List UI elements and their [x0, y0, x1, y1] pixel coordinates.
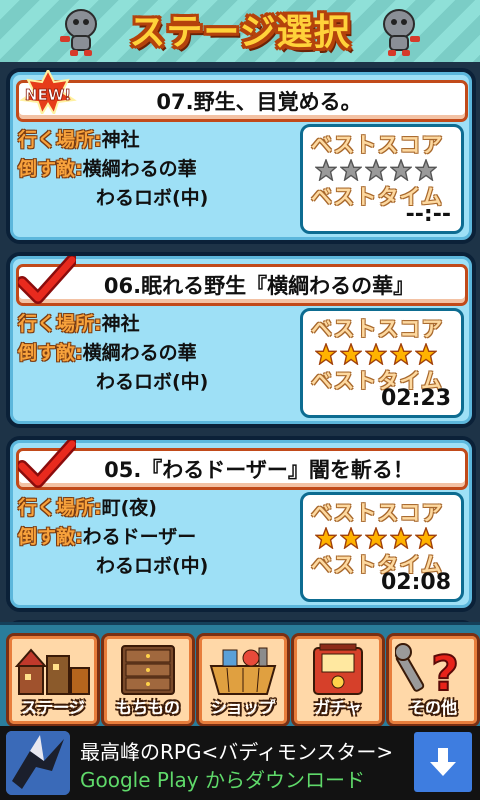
bottom-menu: ステージ もちもの ショップ ガチャ ? その他	[0, 622, 480, 729]
stage-info: 行く場所: 町(夜) 倒す敵: わるドーザー わるロボ(中)	[18, 494, 208, 581]
star-empty-icon	[340, 159, 362, 181]
location-label: 行く場所:	[18, 497, 102, 519]
shop-basket-icon	[209, 647, 277, 695]
stage-info: 行く場所: 神社 倒す敵: 横綱わるの華 わるロボ(中)	[18, 126, 208, 213]
star-filled-icon	[390, 343, 412, 365]
screen-title: ステージ選択	[108, 4, 372, 54]
menu-button-other[interactable]: ? その他	[386, 633, 480, 727]
enemy-value: 横綱わるの華	[82, 342, 197, 364]
download-arrow-icon	[430, 748, 456, 776]
best-record-box: ベストスコア ベストタイム --:--	[300, 124, 464, 234]
ad-subtitle[interactable]: Google Play からダウンロード	[80, 764, 365, 793]
star-filled-icon	[365, 343, 387, 365]
stage-card-05[interactable]: 05.『わるドーザー』闇を斬る！ 行く場所: 町(夜) 倒す敵: わるドーザー わる…	[6, 436, 476, 612]
svg-text:?: ?	[431, 646, 459, 698]
robot-mascot-icon	[60, 9, 97, 56]
enemy-label: 倒す敵:	[18, 158, 83, 180]
best-score-label: ベストスコア	[311, 317, 444, 341]
inventory-drawer-icon	[121, 645, 175, 695]
page-title: ステージ選択	[129, 12, 351, 53]
star-filled-icon	[340, 527, 362, 549]
download-button[interactable]	[414, 732, 472, 792]
ad-title[interactable]: 最高峰のRPG<バディモンスター>	[80, 736, 393, 765]
menu-button-shop[interactable]: ショップ	[196, 633, 290, 727]
stage-list[interactable]: 07.野生、目覚める。 NEW! 行く場所: 神社 倒す敵: 横綱わるの華 わるロボ…	[0, 62, 480, 622]
header-bar: ステージ選択	[0, 0, 480, 65]
star-filled-icon	[415, 527, 437, 549]
gacha-machine-icon	[313, 643, 363, 695]
enemy-label: 倒す敵:	[18, 526, 83, 548]
new-badge-icon: NEW!	[19, 70, 77, 114]
ad-banner[interactable]: 最高峰のRPG<バディモンスター> Google Play からダウンロード	[0, 726, 480, 800]
dragon-icon	[6, 731, 70, 795]
enemy-value: わるドーザー	[82, 526, 197, 548]
star-empty-icon	[415, 159, 437, 181]
cleared-check-icon	[18, 256, 76, 304]
best-score-label: ベストスコア	[311, 501, 444, 525]
other-wrench-question-icon: ?	[395, 643, 460, 698]
star-filled-icon	[415, 343, 437, 365]
enemy-value: 横綱わるの華	[82, 158, 197, 180]
stage-info: 行く場所: 神社 倒す敵: 横綱わるの華 わるロボ(中)	[18, 310, 208, 397]
best-record-box: ベストスコア ベストタイム 02:08	[300, 492, 464, 602]
star-empty-icon	[315, 159, 337, 181]
star-filled-icon	[315, 343, 337, 365]
stage-card-07[interactable]: 07.野生、目覚める。 NEW! 行く場所: 神社 倒す敵: 横綱わるの華 わるロボ…	[6, 68, 476, 244]
star-empty-icon	[390, 159, 412, 181]
location-label: 行く場所:	[18, 313, 102, 335]
enemy-value: わるロボ(中)	[96, 371, 209, 393]
stage-card-06[interactable]: 06.眠れる野生『横綱わるの華』 行く場所: 神社 倒す敵: 横綱わるの華 わるロボ…	[6, 252, 476, 428]
menu-button-stage[interactable]: ステージ	[6, 633, 100, 727]
enemy-value: わるロボ(中)	[96, 187, 209, 209]
best-record-box: ベストスコア ベストタイム 02:23	[300, 308, 464, 418]
star-filled-icon	[390, 527, 412, 549]
ad-app-thumbnail[interactable]	[6, 731, 70, 795]
enemy-value: わるロボ(中)	[96, 555, 209, 577]
best-score-label: ベストスコア	[311, 133, 444, 157]
star-rating	[315, 527, 437, 549]
star-filled-icon	[365, 527, 387, 549]
best-time-value: 02:23	[380, 386, 451, 411]
location-value: 神社	[101, 129, 140, 151]
stage-title: 07.野生、目覚める。	[16, 80, 468, 122]
menu-button-gacha[interactable]: ガチャ	[291, 633, 385, 727]
svg-text:NEW!: NEW!	[25, 86, 71, 104]
stage-title: 05.『わるドーザー』闇を斬る！	[16, 448, 468, 490]
menu-button-items[interactable]: もちもの	[101, 633, 195, 727]
best-time-value: --:--	[405, 202, 451, 227]
location-value: 町(夜)	[101, 497, 157, 519]
star-rating	[315, 159, 437, 181]
star-filled-icon	[340, 343, 362, 365]
cleared-check-icon	[18, 440, 76, 488]
location-label: 行く場所:	[18, 129, 102, 151]
location-value: 神社	[101, 313, 140, 335]
stage-title: 06.眠れる野生『横綱わるの華』	[16, 264, 468, 306]
stage-town-icon	[15, 648, 90, 695]
robot-mascot-icon	[383, 9, 420, 56]
star-filled-icon	[315, 527, 337, 549]
star-empty-icon	[365, 159, 387, 181]
enemy-label: 倒す敵:	[18, 342, 83, 364]
best-time-value: 02:08	[380, 570, 451, 595]
star-rating	[315, 343, 437, 365]
